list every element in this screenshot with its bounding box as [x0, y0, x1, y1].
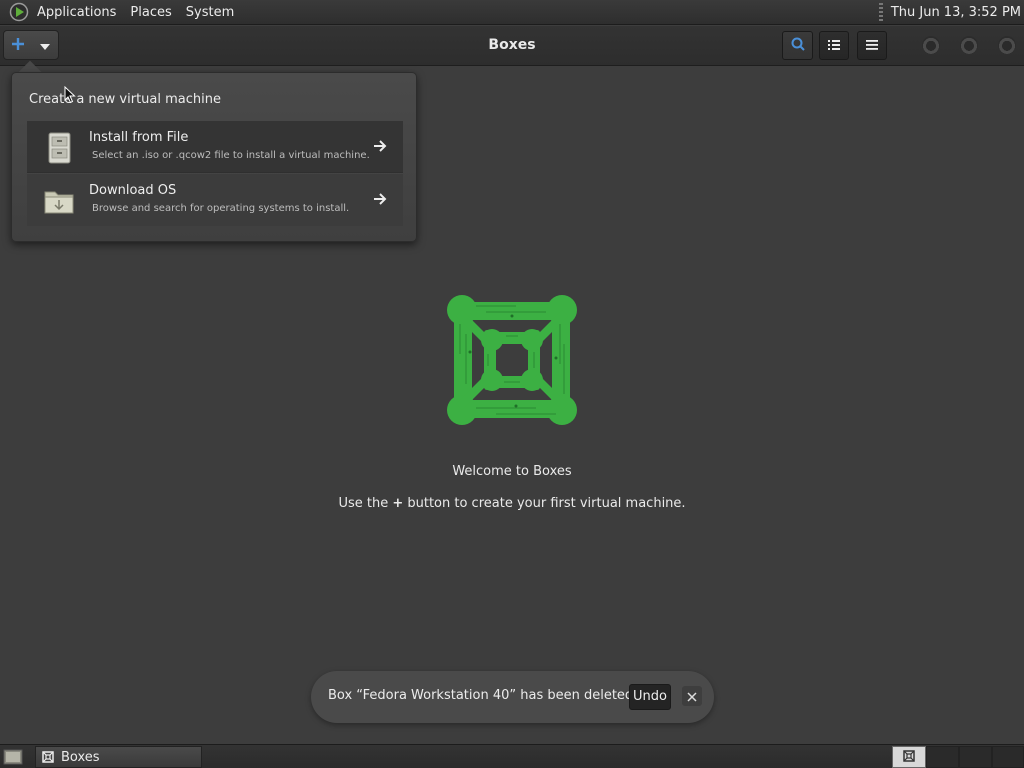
close-icon: [687, 687, 697, 706]
workspace-4[interactable]: [992, 746, 1024, 768]
menu-applications[interactable]: Applications: [30, 0, 123, 25]
workspace-3[interactable]: [959, 746, 992, 768]
welcome-plus-glyph: +: [392, 496, 404, 511]
main-menu-button[interactable]: [857, 31, 887, 60]
clock[interactable]: Thu Jun 13, 3:52 PM: [891, 5, 1024, 20]
taskbar-boxes-window[interactable]: Boxes: [35, 746, 202, 768]
top-panel: Applications Places System Thu Jun 13, 3…: [0, 0, 1024, 25]
hamburger-menu-icon: [865, 36, 879, 55]
arrow-right-icon: [371, 190, 389, 208]
undo-button[interactable]: Undo: [629, 684, 671, 710]
deleted-notification: Box “Fedora Workstation 40” has been del…: [311, 671, 714, 723]
arrow-right-icon: [371, 137, 389, 155]
bottom-panel: Boxes: [0, 744, 1024, 768]
welcome-subtitle: Use the + button to create your first vi…: [0, 496, 1024, 511]
boxes-app-icon: [41, 750, 55, 764]
boxes-window-miniature-icon: [902, 748, 916, 767]
welcome-title: Welcome to Boxes: [452, 464, 572, 479]
show-desktop-icon[interactable]: [3, 747, 23, 767]
install-from-file-subtitle: Select an .iso or .qcow2 file to install…: [92, 150, 370, 161]
panel-handle[interactable]: [878, 3, 883, 21]
popover-title: Create a new virtual machine: [29, 92, 221, 107]
list-view-button[interactable]: [819, 31, 849, 60]
search-button[interactable]: [782, 31, 813, 60]
install-from-file-title: Install from File: [89, 130, 189, 145]
maximize-window-button[interactable]: [960, 36, 978, 54]
download-os-subtitle: Browse and search for operating systems …: [92, 203, 350, 214]
panel-right: Thu Jun 13, 3:52 PM: [878, 0, 1024, 25]
minimize-window-button[interactable]: [922, 36, 940, 54]
taskbar-window-label: Boxes: [61, 749, 100, 765]
list-view-icon: [827, 36, 841, 55]
workspace-2[interactable]: [926, 746, 959, 768]
close-notification-button[interactable]: [682, 686, 702, 706]
welcome-sub-after: button to create your first virtual mach…: [403, 496, 686, 511]
boxes-logo: [446, 294, 578, 426]
welcome-sub-before: Use the: [338, 496, 393, 511]
close-window-button[interactable]: [998, 36, 1016, 54]
file-cabinet-icon: [42, 131, 76, 165]
download-folder-icon: [42, 184, 76, 218]
header-bar: Boxes: [0, 26, 1024, 66]
install-from-file-item[interactable]: Install from File Select an .iso or .qco…: [27, 121, 403, 173]
search-icon: [790, 36, 806, 56]
workspace-1[interactable]: [892, 746, 926, 768]
notification-message: Box “Fedora Workstation 40” has been del…: [328, 688, 634, 703]
menu-system[interactable]: System: [179, 0, 241, 25]
mouse-cursor-icon: [64, 85, 76, 104]
download-os-title: Download OS: [89, 183, 177, 198]
download-os-item[interactable]: Download OS Browse and search for operat…: [27, 174, 403, 226]
menu-places[interactable]: Places: [123, 0, 178, 25]
applications-logo-icon[interactable]: [8, 1, 30, 23]
